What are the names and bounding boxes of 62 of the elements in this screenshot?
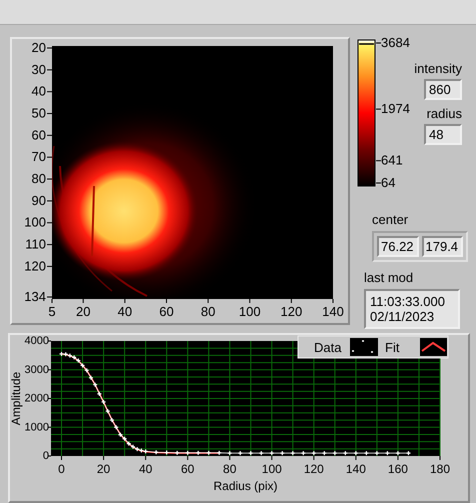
y-axis-label: 20	[32, 40, 46, 55]
x-axis-label: 80	[200, 304, 216, 319]
x-axis-label: 5	[48, 304, 56, 319]
y-axis-label: 120	[24, 258, 46, 274]
x-axis-label: 120	[304, 462, 324, 476]
legend-label: Fit	[385, 340, 400, 355]
x-axis-label: 120	[280, 304, 302, 319]
x-axis-label: 80	[223, 462, 236, 476]
y-axis-label: 40	[32, 84, 46, 99]
x-axis-label: 140	[322, 304, 344, 319]
legend-label: Data	[314, 340, 342, 355]
center-field: 76.22	[377, 236, 418, 257]
x-axis-label: 20	[96, 462, 110, 476]
y-axis-label: 134	[24, 289, 46, 304]
point	[185, 450, 190, 456]
y-axis-label: 110	[25, 236, 46, 252]
y-axis-title: Amplitude	[10, 372, 23, 426]
x-axis-label: 20	[76, 304, 90, 319]
y-axis-label: 80	[32, 171, 46, 186]
intensity-field: 860	[424, 79, 462, 100]
y-axis-label: 50	[32, 106, 46, 121]
y-axis-label: 70	[32, 149, 46, 164]
y-axis-label: 0	[42, 450, 49, 462]
x-axis-label: 40	[118, 304, 132, 319]
x-axis-label: 100	[262, 462, 282, 476]
point	[84, 368, 90, 373]
y-axis-label: 90	[32, 192, 46, 208]
point	[216, 450, 222, 456]
y-axis-label: 30	[32, 62, 46, 77]
point	[196, 450, 201, 456]
scale-label: 1974	[381, 101, 410, 116]
x-axis-label: 100	[238, 304, 261, 319]
point	[63, 352, 68, 357]
y-axis-label: 1000	[24, 421, 49, 434]
x-axis-label: 60	[159, 304, 174, 319]
radius-label: radius	[426, 106, 462, 122]
intensity-label: intensity	[414, 61, 462, 77]
radius-field: 48	[424, 124, 462, 145]
center-field: 179.4	[422, 236, 463, 257]
x-axis-label: 140	[346, 462, 366, 476]
last-mod-field: 11:03:33.000 02/11/2023	[364, 289, 460, 329]
scale-label: 64	[381, 175, 396, 190]
point	[174, 450, 180, 456]
scale-label: 641	[381, 152, 403, 168]
y-axis-label: 4000	[24, 335, 49, 347]
x-axis-label: 180	[430, 462, 450, 476]
y-axis-label: 3000	[24, 364, 49, 376]
x-axis-label: 160	[388, 462, 408, 476]
center-label: center	[372, 212, 408, 227]
y-axis-label: 2000	[24, 392, 49, 404]
y-axis-label: 100	[24, 214, 46, 230]
x-axis-title: Radius (pix)	[213, 479, 278, 493]
scale-label: 3684	[381, 37, 410, 50]
point	[114, 424, 119, 430]
point	[92, 382, 98, 388]
point	[105, 408, 110, 414]
point	[206, 450, 212, 456]
x-axis-label: 0	[58, 462, 65, 476]
y-axis-label: 60	[32, 127, 46, 142]
x-axis-label: 40	[138, 462, 152, 476]
x-axis-label: 60	[181, 462, 194, 476]
last-mod-label: last mod	[364, 270, 414, 285]
